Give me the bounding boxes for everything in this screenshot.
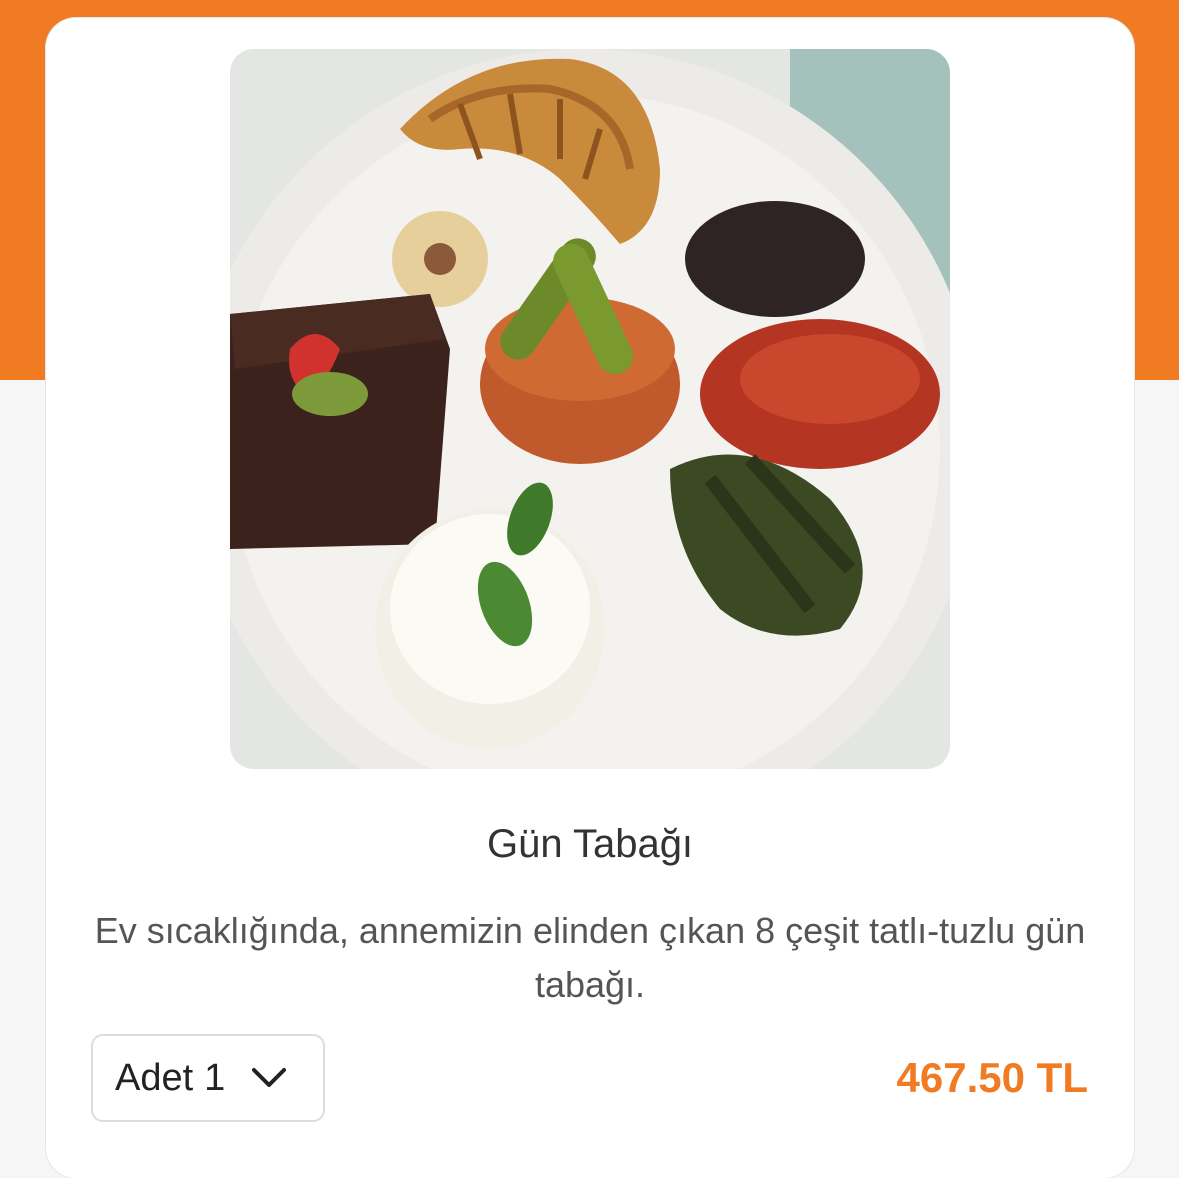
product-card: Gün Tabağı Ev sıcaklığında, annemizin el… — [46, 18, 1134, 1178]
product-title: Gün Tabağı — [486, 822, 694, 866]
product-photo — [230, 49, 950, 769]
quantity-label: Adet — [115, 1056, 194, 1099]
quantity-value: 1 — [204, 1056, 226, 1099]
chevron-down-icon — [252, 1068, 287, 1087]
product-price: 467.50 TL — [896, 1054, 1088, 1101]
quantity-select[interactable]: Adet 1 — [91, 1034, 325, 1122]
product-description: Ev sıcaklığında, annemizin elinden çıkan… — [94, 910, 1086, 1005]
